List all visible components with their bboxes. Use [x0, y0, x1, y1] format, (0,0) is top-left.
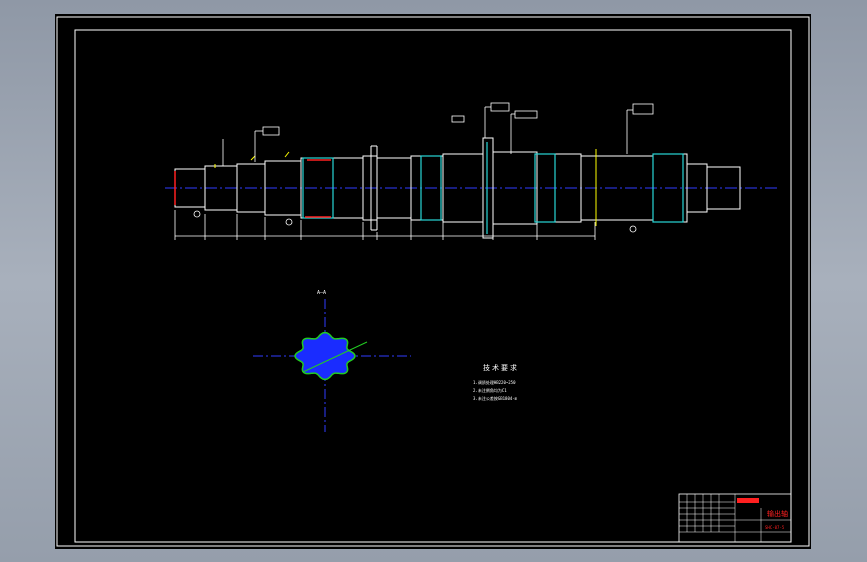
dimension-lines — [174, 210, 596, 240]
drawing-number: SHC-07-5 — [765, 525, 785, 530]
shaft-drawing: A—A 技术要求 1.调质处理HB220~250 2.未注倒角均为C1 3.未注… — [56, 16, 810, 547]
drawing-frame — [74, 29, 792, 543]
tech-requirements: 技术要求 1.调质处理HB220~250 2.未注倒角均为C1 3.未注公差按G… — [473, 363, 519, 401]
tech-req-item-1: 1.调质处理HB220~250 — [473, 379, 516, 385]
spline-profile — [294, 331, 356, 381]
tech-req-title: 技术要求 — [483, 363, 519, 372]
cad-drawing-viewport[interactable]: A—A 技术要求 1.调质处理HB220~250 2.未注倒角均为C1 3.未注… — [55, 14, 811, 549]
section-a-a: A—A — [253, 290, 411, 432]
section-title: A—A — [317, 290, 326, 296]
tech-req-item-2: 2.未注倒角均为C1 — [473, 387, 507, 393]
paper-outer-border — [56, 16, 810, 547]
part-name: 输出轴 — [767, 509, 788, 518]
tech-req-item-3: 3.未注公差按GB1804-m — [473, 395, 518, 401]
title-block: 输出轴 SHC-07-5 — [678, 493, 792, 543]
